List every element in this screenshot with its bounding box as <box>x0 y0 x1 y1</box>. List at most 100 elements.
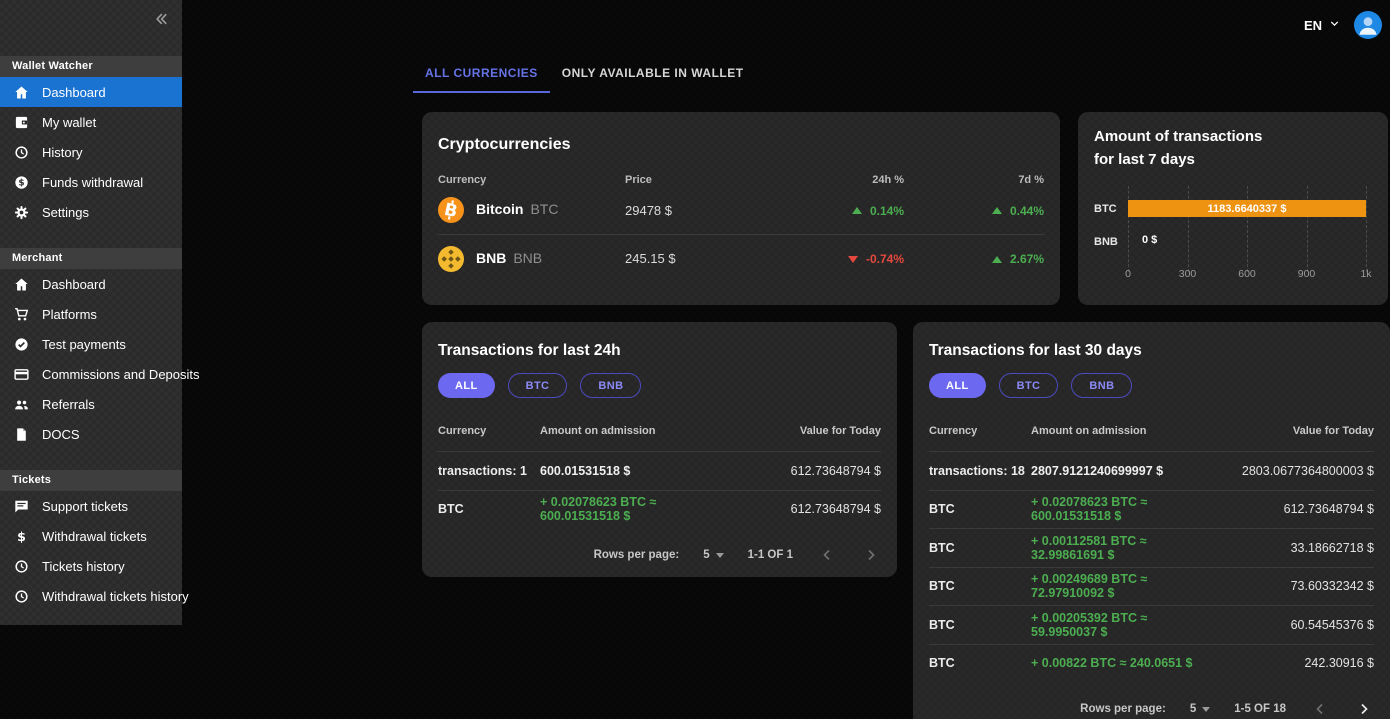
sidebar-item-settings[interactable]: Settings <box>0 197 182 227</box>
badge-check-icon <box>13 336 29 352</box>
btc-bar-value: 1183.6640337 $ <box>1208 203 1287 215</box>
rows-per-page-select[interactable]: 5 <box>1190 703 1210 715</box>
crypto-row-bnb[interactable]: BNBBNB 245.15 $ -0.74% 2.67% <box>438 234 1044 282</box>
gear-icon <box>13 204 29 220</box>
money-circle-icon: $ <box>13 174 29 190</box>
sidebar-item-dashboard[interactable]: Dashboard <box>0 77 182 107</box>
rows-per-page-value: 5 <box>1190 703 1196 715</box>
row-currency: transactions: 1 <box>438 464 540 478</box>
svg-text:$: $ <box>18 178 24 188</box>
sidebar-section-wallet-watcher: Wallet Watcher <box>0 56 182 77</box>
sidebar-item-label: Withdrawal tickets history <box>42 589 189 604</box>
table-row[interactable]: BTC + 0.02078623 BTC ≈ 600.01531518 $ 61… <box>438 490 881 529</box>
sidebar: Wallet Watcher Dashboard My wallet Histo… <box>0 0 182 625</box>
collapse-sidebar-icon[interactable] <box>152 10 170 28</box>
filter-all-button[interactable]: ALL <box>438 373 495 398</box>
table-row[interactable]: BTC + 0.00822 BTC ≈ 240.0651 $ 242.30916… <box>929 644 1374 683</box>
person-icon <box>1354 11 1382 39</box>
table-row[interactable]: transactions: 1 600.01531518 $ 612.73648… <box>438 451 881 490</box>
pagination: Rows per page: 5 1-1 OF 1 <box>438 542 881 568</box>
next-page-button[interactable] <box>1354 699 1374 719</box>
history-icon <box>13 558 29 574</box>
chart-title-line2: for last 7 days <box>1094 148 1372 171</box>
x-tick: 900 <box>1298 268 1316 280</box>
row-amount: + 0.00822 BTC ≈ 240.0651 $ <box>1031 656 1214 670</box>
sidebar-item-support-tickets[interactable]: Support tickets <box>0 491 182 521</box>
sidebar-item-platforms[interactable]: Platforms <box>0 299 182 329</box>
sidebar-item-label: My wallet <box>42 115 96 130</box>
sidebar-item-label: Dashboard <box>42 85 106 100</box>
prev-page-button[interactable] <box>1310 699 1330 719</box>
bitcoin-icon: B <box>438 197 464 223</box>
sidebar-item-test-payments[interactable]: Test payments <box>0 329 182 359</box>
filter-btc-button[interactable]: BTC <box>508 373 568 398</box>
x-tick: 1k <box>1360 268 1371 280</box>
chart-category-label: BNB <box>1094 236 1128 248</box>
card-title: Transactions for last 30 days <box>929 342 1374 360</box>
coin-name: Bitcoin <box>476 201 523 217</box>
filter-bnb-button[interactable]: BNB <box>580 373 641 398</box>
sidebar-item-label: Withdrawal tickets <box>42 529 147 544</box>
sidebar-item-docs[interactable]: DOCS <box>0 419 182 449</box>
row-amount: 600.01531518 $ <box>540 464 721 478</box>
col-price: Price <box>625 174 765 186</box>
sidebar-item-my-wallet[interactable]: My wallet <box>0 107 182 137</box>
caret-down-icon <box>1202 707 1210 712</box>
table-row[interactable]: BTC + 0.02078623 BTC ≈ 600.01531518 $ 61… <box>929 490 1374 529</box>
dollar-icon: $ <box>13 528 29 544</box>
table-row[interactable]: BTC + 0.00112581 BTC ≈ 32.99861691 $ 33.… <box>929 528 1374 567</box>
filter-all-button[interactable]: ALL <box>929 373 986 398</box>
row-currency: BTC <box>929 541 1031 555</box>
home-icon <box>13 276 29 292</box>
people-icon <box>13 396 29 412</box>
coin-symbol: BTC <box>530 201 558 217</box>
row-amount: + 0.00112581 BTC ≈ 32.99861691 $ <box>1031 534 1214 562</box>
prev-page-button[interactable] <box>817 545 837 565</box>
tab-only-available-in-wallet[interactable]: ONLY AVAILABLE IN WALLET <box>550 58 756 93</box>
bar-chart: BTC 1183.6640337 $ BNB 0 $ 0 300 600 900… <box>1094 192 1372 286</box>
col-currency: Currency <box>438 425 540 437</box>
currency-filter-chips: ALL BTC BNB <box>438 373 881 398</box>
filter-bnb-button[interactable]: BNB <box>1071 373 1132 398</box>
change-24h: 0.14% <box>870 204 904 218</box>
sidebar-item-merchant-dashboard[interactable]: Dashboard <box>0 269 182 299</box>
wallet-icon <box>13 114 29 130</box>
table-row[interactable]: BTC + 0.00249689 BTC ≈ 72.97910092 $ 73.… <box>929 567 1374 606</box>
change-7d: 2.67% <box>1010 252 1044 266</box>
sidebar-item-label: Dashboard <box>42 277 106 292</box>
btc-bar[interactable]: 1183.6640337 $ <box>1128 200 1366 217</box>
sidebar-item-commissions[interactable]: Commissions and Deposits <box>0 359 182 389</box>
next-page-button[interactable] <box>861 545 881 565</box>
language-selector[interactable]: EN <box>1304 16 1340 34</box>
row-amount: + 0.02078623 BTC ≈ 600.01531518 $ <box>1031 495 1214 523</box>
pagination-range: 1-1 OF 1 <box>748 549 793 561</box>
table-row[interactable]: transactions: 18 2807.9121240699997 $ 28… <box>929 451 1374 490</box>
col-amount: Amount on admission <box>1031 425 1214 437</box>
sidebar-item-tickets-history[interactable]: Tickets history <box>0 551 182 581</box>
crypto-row-bitcoin[interactable]: B BitcoinBTC 29478 $ 0.14% 0.44% <box>438 186 1044 234</box>
sidebar-item-withdrawal-tickets[interactable]: $ Withdrawal tickets <box>0 521 182 551</box>
row-value: 73.60332342 $ <box>1214 579 1374 593</box>
user-avatar[interactable] <box>1354 11 1382 39</box>
bnb-bar-value: 0 $ <box>1142 234 1157 246</box>
svg-text:$: $ <box>17 529 26 544</box>
rows-per-page-select[interactable]: 5 <box>703 549 723 561</box>
sidebar-item-funds-withdrawal[interactable]: $ Funds withdrawal <box>0 167 182 197</box>
row-amount: + 0.00205392 BTC ≈ 59.9950037 $ <box>1031 611 1214 639</box>
transactions-30d-card: Transactions for last 30 days ALL BTC BN… <box>913 322 1390 719</box>
up-triangle-icon <box>852 207 862 214</box>
filter-btc-button[interactable]: BTC <box>999 373 1059 398</box>
tab-all-currencies[interactable]: ALL CURRENCIES <box>413 58 550 93</box>
sidebar-item-label: Tickets history <box>42 559 125 574</box>
sidebar-item-history[interactable]: History <box>0 137 182 167</box>
credit-card-icon <box>13 366 29 382</box>
pagination-range: 1-5 OF 18 <box>1234 703 1286 715</box>
x-tick: 300 <box>1179 268 1197 280</box>
col-amount: Amount on admission <box>540 425 721 437</box>
cart-icon <box>13 306 29 322</box>
sidebar-item-withdrawal-tickets-history[interactable]: Withdrawal tickets history <box>0 581 182 611</box>
sidebar-item-referrals[interactable]: Referrals <box>0 389 182 419</box>
col-7d: 7d % <box>904 174 1044 186</box>
row-value: 60.54545376 $ <box>1214 618 1374 632</box>
table-row[interactable]: BTC + 0.00205392 BTC ≈ 59.9950037 $ 60.5… <box>929 605 1374 644</box>
